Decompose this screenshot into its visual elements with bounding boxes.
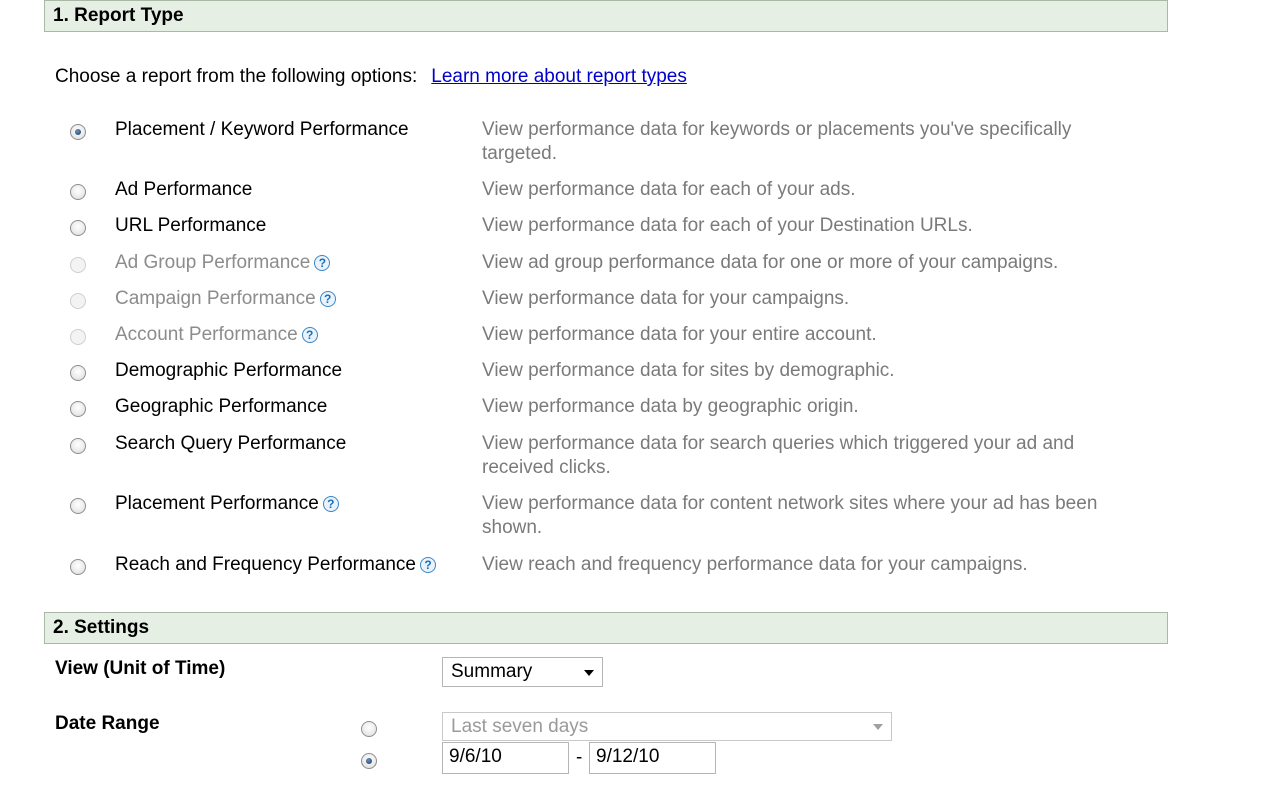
date-range-preset-radio[interactable] <box>361 721 377 737</box>
help-icon[interactable]: ? <box>420 557 436 573</box>
help-icon[interactable]: ? <box>322 496 339 512</box>
report-option-label[interactable]: Placement Performance? <box>115 492 339 516</box>
intro-text: Choose a report from the following optio… <box>55 66 418 87</box>
help-icon[interactable]: ? <box>301 327 318 343</box>
report-option-label: Campaign Performance? <box>115 287 336 311</box>
report-option-description: View ad group performance data for one o… <box>482 252 1059 273</box>
report-option-radio <box>70 257 86 273</box>
report-option-description: View performance data for content networ… <box>482 493 1098 538</box>
report-option-radio[interactable] <box>70 220 86 236</box>
report-option-label-text: Geographic Performance <box>115 396 328 417</box>
report-option-radio[interactable] <box>70 184 86 200</box>
report-option-description: View performance data for each of your a… <box>482 179 856 200</box>
report-option-description: View performance data for sites by demog… <box>482 360 895 381</box>
report-option-label[interactable]: Ad Performance <box>115 178 252 202</box>
date-separator: - <box>576 747 583 768</box>
report-option-label: Ad Group Performance? <box>115 251 331 275</box>
view-unit-of-time-label: View (Unit of Time) <box>55 658 226 679</box>
report-option-label-text: Placement Performance <box>115 493 319 514</box>
report-option-label[interactable]: Placement / Keyword Performance <box>115 118 409 142</box>
report-option-label-text: Placement / Keyword Performance <box>115 119 409 140</box>
report-option-label-text: Account Performance <box>115 324 298 345</box>
report-option-description: View performance data for your entire ac… <box>482 324 877 345</box>
section-header-settings: 2. Settings <box>44 612 1168 644</box>
section-header-report-type: 1. Report Type <box>44 0 1168 32</box>
report-option-label: Account Performance? <box>115 323 318 347</box>
report-option-radio <box>70 293 86 309</box>
report-option-label[interactable]: Geographic Performance <box>115 395 327 419</box>
report-option-description: View reach and frequency performance dat… <box>482 554 1028 575</box>
report-option-label[interactable]: Reach and Frequency Performance? <box>115 553 436 577</box>
report-option-label-text: Ad Performance <box>115 179 253 200</box>
view-unit-value: Summary <box>451 661 533 682</box>
report-option-label-text: Campaign Performance <box>115 288 316 309</box>
report-option-radio <box>70 329 86 345</box>
report-option-label[interactable]: Search Query Performance <box>115 432 346 456</box>
start-date-input[interactable]: 9/6/10 <box>442 742 569 774</box>
report-option-description: View performance data by geographic orig… <box>482 396 859 417</box>
report-option-description: View performance data for keywords or pl… <box>482 119 1072 164</box>
learn-more-report-types-link[interactable]: Learn more about report types <box>431 66 687 87</box>
report-option-radio[interactable] <box>70 124 86 140</box>
report-option-radio[interactable] <box>70 401 86 417</box>
report-option-description: View performance data for each of your D… <box>482 215 973 236</box>
view-unit-select[interactable]: Summary <box>442 657 603 687</box>
report-option-label-text: Ad Group Performance <box>115 252 311 273</box>
intro: Choose a report from the following optio… <box>55 64 687 90</box>
report-option-radio[interactable] <box>70 498 86 514</box>
end-date-input[interactable]: 9/12/10 <box>589 742 716 774</box>
date-range-label: Date Range <box>55 713 160 734</box>
help-icon[interactable]: ? <box>319 291 336 307</box>
report-option-radio[interactable] <box>70 365 86 381</box>
report-option-description: View performance data for search queries… <box>482 433 1075 478</box>
report-option-label-text: URL Performance <box>115 215 267 236</box>
report-option-radio[interactable] <box>70 438 86 454</box>
report-option-label-text: Reach and Frequency Performance <box>115 554 416 575</box>
date-range-preset-select[interactable]: Last seven days <box>442 712 892 741</box>
help-icon[interactable]: ? <box>314 255 331 271</box>
report-option-label-text: Search Query Performance <box>115 433 347 454</box>
report-option-label-text: Demographic Performance <box>115 360 343 381</box>
report-option-description: View performance data for your campaigns… <box>482 288 850 309</box>
date-range-custom-radio[interactable] <box>361 753 377 769</box>
chevron-down-icon <box>873 724 883 730</box>
report-option-label[interactable]: Demographic Performance <box>115 359 342 383</box>
chevron-down-icon <box>584 670 594 676</box>
report-option-radio[interactable] <box>70 559 86 575</box>
date-range-preset-value: Last seven days <box>451 716 589 737</box>
report-option-label[interactable]: URL Performance <box>115 214 266 238</box>
